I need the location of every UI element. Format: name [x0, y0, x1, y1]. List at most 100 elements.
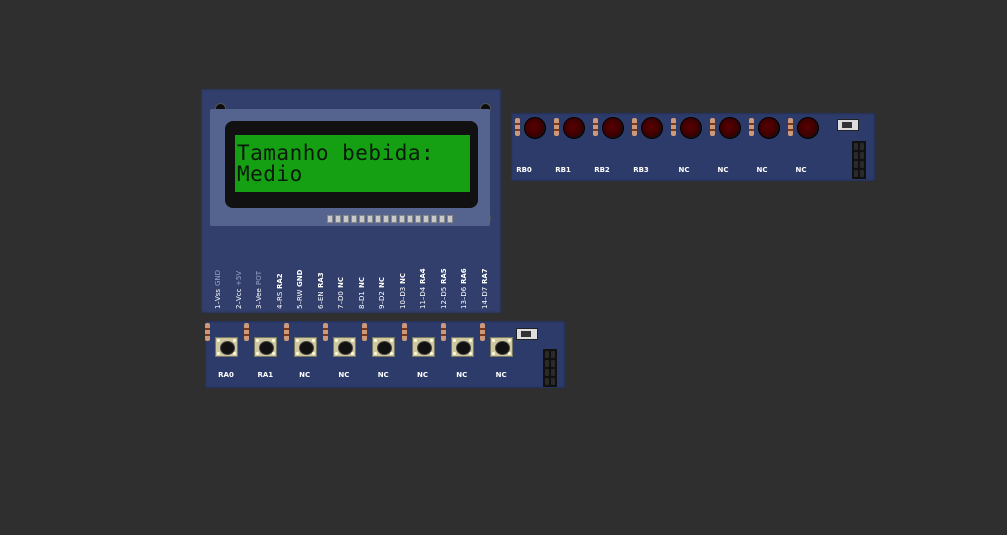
button-pin-icon	[429, 339, 433, 342]
button-label: NC	[417, 371, 428, 379]
led-icon	[563, 117, 585, 139]
lcd-line-2: Medio	[237, 162, 303, 186]
lcd-pin-label: 7–D0 NC	[334, 263, 345, 309]
lcd-pin	[367, 215, 373, 223]
button-pin-icon	[334, 352, 338, 355]
lcd-pin-number: 7–D0	[337, 291, 345, 309]
lcd-pin-number: 13–D6	[460, 286, 468, 309]
button-pin-icon	[508, 352, 512, 355]
push-button[interactable]	[293, 337, 317, 357]
led-label: RB1	[555, 166, 571, 174]
resistor-icon	[362, 323, 368, 341]
switch-knob-icon	[521, 331, 531, 337]
button-pin-icon	[311, 339, 315, 342]
led-board-switch[interactable]	[837, 119, 859, 131]
button-board: RA0 RA1 NC NC NC NC NC NC	[205, 321, 565, 388]
lcd-pin-signal: NC	[398, 272, 407, 284]
button-pin-icon	[413, 352, 417, 355]
button-label: NC	[456, 371, 468, 379]
button-pin-icon	[452, 352, 456, 355]
lcd-pin	[415, 215, 421, 223]
push-button[interactable]	[332, 337, 356, 357]
lcd-pin	[391, 215, 397, 223]
led-icon	[524, 117, 546, 139]
resistor-icon	[440, 323, 446, 341]
lcd-pin-label: 3–Vee POT	[252, 263, 263, 309]
led-label: RB3	[633, 166, 649, 174]
lcd-pin-label: 5–RW GND	[293, 263, 304, 309]
lcd-pin-number: 12–D5	[439, 286, 448, 309]
lcd-pin-number: 11–D4	[419, 286, 427, 309]
button-pin-icon	[452, 339, 456, 342]
button-board-pin-header	[543, 349, 557, 387]
lcd-pin	[407, 215, 413, 223]
lcd-pin-label: 11–D4 RA4	[416, 263, 427, 309]
led-icon	[680, 117, 702, 139]
button-pin-icon	[233, 339, 236, 342]
push-button[interactable]	[372, 337, 396, 357]
lcd-pin-signal: NC	[357, 277, 366, 289]
lcd-pin	[343, 215, 349, 223]
button-label: NC	[377, 371, 389, 379]
led-board: RB0 RB1 RB2 RB3 NC NC NC NC	[511, 113, 875, 181]
lcd-pin-label: 10–D3 NC	[396, 263, 407, 309]
lcd-pin-label: 13–D6 RA6	[457, 263, 468, 309]
led-label: RB2	[594, 166, 610, 174]
button-label: NC	[299, 371, 311, 379]
resistor-icon	[632, 118, 637, 136]
lcd-pin-signal: GND	[296, 269, 304, 287]
push-button[interactable]	[450, 337, 474, 357]
switch-knob-icon	[842, 122, 852, 128]
button-pin-icon	[508, 339, 512, 342]
lcd-pin-number: 5–RW	[296, 289, 304, 309]
button-pin-icon	[413, 339, 417, 342]
lcd-module: Tamanho bebida: Medio 1–Vss GND 2–Vcc +5V 3–…	[201, 89, 501, 313]
button-board-switch[interactable]	[516, 328, 538, 340]
button-pin-icon	[295, 352, 299, 355]
button-pin-icon	[334, 339, 338, 342]
resistor-icon	[205, 323, 210, 341]
lcd-pin-label: 4–RS RA2	[273, 263, 284, 309]
lcd-pin-signal: NC	[337, 277, 345, 289]
button-label: NC	[338, 371, 350, 379]
push-button[interactable]	[490, 337, 514, 357]
lcd-pin	[423, 215, 429, 223]
button-pin-icon	[429, 352, 433, 355]
button-pin-icon	[272, 352, 276, 355]
lcd-pin-signal: RA3	[316, 272, 325, 289]
led-label: NC	[678, 166, 690, 174]
lcd-pin-signal: RA7	[480, 268, 489, 284]
resistor-icon	[593, 118, 598, 136]
button-pin-icon	[295, 339, 299, 342]
led-icon	[602, 117, 624, 139]
lcd-pin-signal: NC	[378, 277, 386, 289]
lcd-pin-signal: POT	[255, 271, 263, 286]
button-pin-icon	[374, 352, 378, 355]
button-pin-icon	[256, 339, 260, 342]
led-icon	[641, 117, 663, 139]
button-pin-icon	[350, 339, 354, 342]
lcd-pin-number: 3–Vee	[255, 288, 263, 309]
led-label: NC	[795, 166, 807, 174]
push-button[interactable]	[254, 337, 278, 357]
lcd-pin	[335, 215, 341, 223]
lcd-pin-signal: RA4	[419, 268, 427, 284]
button-pin-icon	[492, 339, 496, 342]
led-board-pin-header	[852, 141, 866, 179]
lcd-pin	[399, 215, 405, 223]
button-pin-icon	[217, 339, 220, 342]
resistor-icon	[244, 323, 250, 341]
led-icon	[719, 117, 741, 139]
button-pin-icon	[374, 339, 378, 342]
push-button[interactable]	[215, 337, 238, 357]
resistor-icon	[554, 118, 559, 136]
button-pin-icon	[217, 352, 220, 355]
lcd-pin	[375, 215, 381, 223]
push-button[interactable]	[411, 337, 435, 357]
button-pin-icon	[256, 352, 260, 355]
lcd-pin-number: 8–D1	[357, 291, 366, 309]
led-icon	[797, 117, 819, 139]
lcd-pin	[431, 215, 437, 223]
resistor-icon	[515, 118, 520, 136]
lcd-pin-label: 9–D2 NC	[375, 263, 386, 309]
